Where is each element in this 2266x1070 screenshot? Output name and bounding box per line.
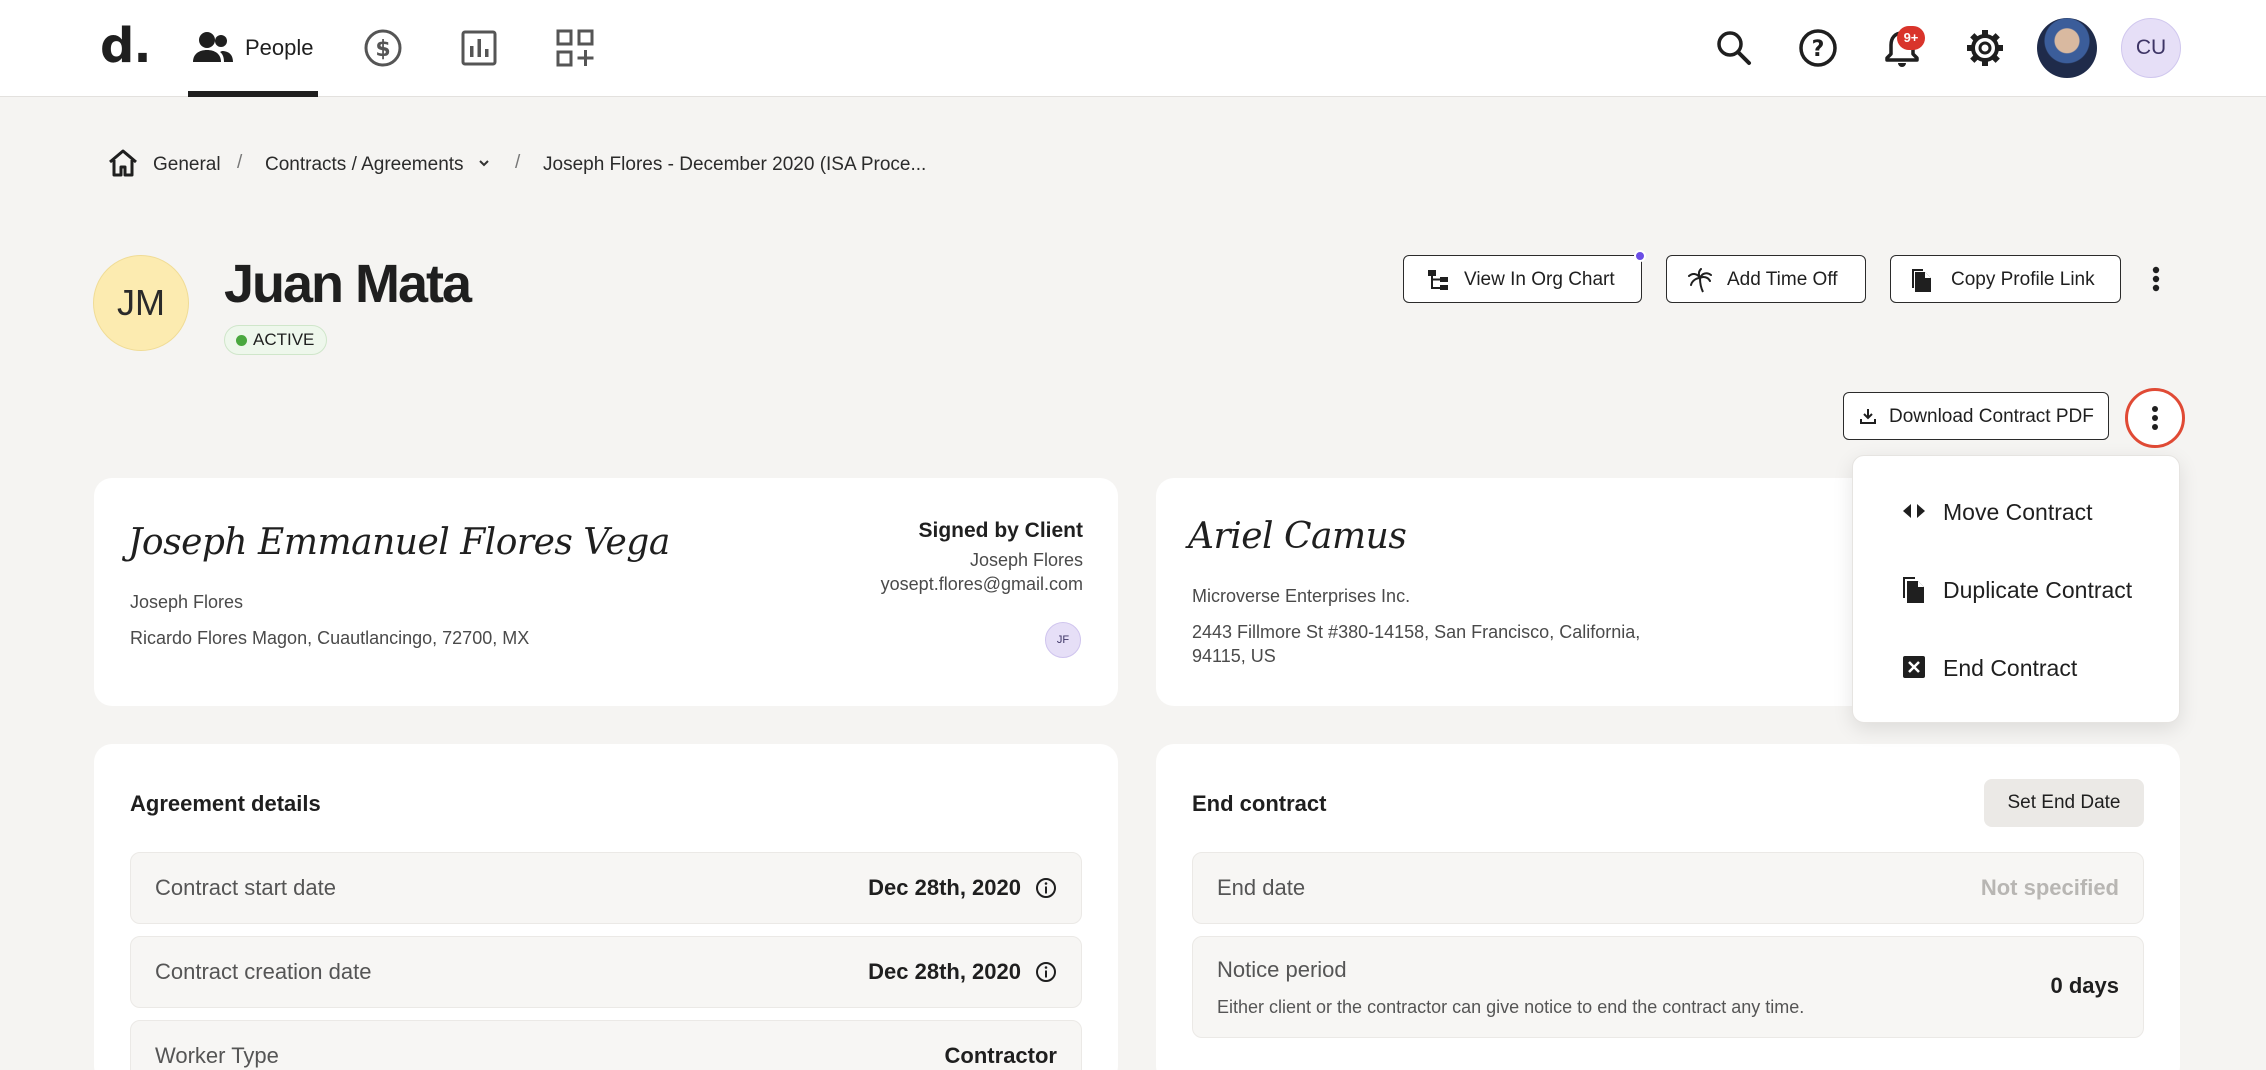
user-photo-avatar[interactable] <box>2037 18 2097 78</box>
client-company: Microverse Enterprises Inc. <box>1192 586 1411 606</box>
contractor-address: Ricardo Flores Magon, Cuautlancingo, 727… <box>130 628 530 648</box>
notice-period-value: 0 days <box>2050 973 2120 998</box>
notification-badge: 9+ <box>1897 26 1925 50</box>
menu-item-label: Move Contract <box>1943 499 2093 525</box>
signed-by-client-title: Signed by Client <box>918 519 1083 542</box>
end-date-label: End date <box>1217 875 1306 900</box>
menu-item-end-contract[interactable]: End Contract <box>1853 634 2181 700</box>
contractor-signature: Joseph Emmanuel Flores Vega <box>128 522 670 563</box>
search-icon[interactable] <box>1713 27 1755 69</box>
notice-period-label: Notice period <box>1217 957 1347 982</box>
copy-profile-link-button[interactable]: Copy Profile Link <box>1890 255 2121 303</box>
notice-period-row: Notice period Either client or the contr… <box>1192 936 2144 1038</box>
apps-add-icon[interactable] <box>555 28 595 68</box>
end-date-value: Not specified <box>1980 875 2119 900</box>
home-icon[interactable] <box>107 148 139 178</box>
detail-row-start-date: Contract start date Dec 28th, 2020 <box>130 852 1082 924</box>
signer-email: yosept.flores@gmail.com <box>880 574 1083 594</box>
status-badge: ACTIVE <box>224 325 328 355</box>
info-icon[interactable] <box>1035 961 1057 983</box>
nav-tab-people-label: People <box>245 35 314 60</box>
menu-item-label: Duplicate Contract <box>1943 577 2133 603</box>
contractor-name: Joseph Flores <box>130 592 244 612</box>
copy-icon <box>1912 269 1931 292</box>
active-tab-indicator <box>188 91 318 97</box>
dollar-icon[interactable]: $ <box>363 28 403 68</box>
view-org-chart-label: View In Org Chart <box>1464 269 1615 290</box>
agreement-details-card: Agreement details Contract start date De… <box>94 744 1118 1070</box>
menu-item-move-contract[interactable]: Move Contract <box>1853 478 2181 544</box>
org-chart-icon <box>1428 270 1448 290</box>
contractor-signature-card: Joseph Emmanuel Flores Vega Joseph Flore… <box>94 478 1118 706</box>
chevron-down-icon[interactable] <box>477 156 491 170</box>
detail-value: Dec 28th, 2020 <box>868 959 1021 984</box>
add-time-off-label: Add Time Off <box>1727 269 1838 290</box>
palm-tree-icon <box>1688 268 1712 293</box>
status-label: ACTIVE <box>253 330 315 349</box>
new-indicator-dot <box>1634 250 1646 262</box>
contract-options-button[interactable] <box>2125 388 2185 448</box>
detail-row-worker-type: Worker Type Contractor <box>130 1020 1082 1070</box>
detail-row-creation-date: Contract creation date Dec 28th, 2020 <box>130 936 1082 1008</box>
signer-name: Joseph Flores <box>969 550 1083 570</box>
help-icon[interactable]: ? <box>1797 27 1839 69</box>
more-options-icon[interactable] <box>2138 255 2174 303</box>
detail-label: Worker Type <box>155 1043 279 1068</box>
download-contract-pdf-button[interactable]: Download Contract PDF <box>1843 392 2109 440</box>
nav-tab-people[interactable]: People <box>188 0 318 97</box>
notice-period-description: Either client or the contractor can give… <box>1217 997 1805 1017</box>
close-box-icon <box>1903 656 1925 678</box>
menu-item-duplicate-contract[interactable]: Duplicate Contract <box>1853 556 2181 622</box>
svg-text:?: ? <box>1812 37 1825 62</box>
info-icon[interactable] <box>1035 877 1057 899</box>
breadcrumb-contracts[interactable]: Contracts / Agreements <box>265 154 464 176</box>
copy-profile-link-label: Copy Profile Link <box>1951 269 2095 290</box>
user-initials-avatar[interactable]: CU <box>2121 18 2181 78</box>
signer-avatar: JF <box>1045 622 1081 658</box>
client-signature: Ariel Camus <box>1188 516 1407 557</box>
profile-name: Juan Mata <box>224 254 472 314</box>
svg-text:$: $ <box>375 37 390 62</box>
end-date-row: End date Not specified <box>1192 852 2144 924</box>
download-icon <box>1860 409 1876 424</box>
breadcrumb-separator: / <box>515 152 521 173</box>
breadcrumb-general[interactable]: General <box>153 154 221 176</box>
detail-value: Contractor <box>944 1043 1057 1068</box>
reports-icon[interactable] <box>459 28 499 68</box>
more-options-icon <box>2152 406 2158 430</box>
gear-icon[interactable] <box>1964 27 2006 69</box>
top-navigation-bar: d. People $ ? 9+ CU <box>0 0 2266 97</box>
duplicate-icon <box>1903 577 1924 603</box>
menu-item-label: End Contract <box>1943 655 2078 681</box>
download-contract-pdf-label: Download Contract PDF <box>1889 406 2094 427</box>
detail-label: Contract start date <box>155 875 336 900</box>
breadcrumb-current: Joseph Flores - December 2020 (ISA Proce… <box>543 154 927 175</box>
people-icon <box>193 32 233 62</box>
set-end-date-button[interactable]: Set End Date <box>1984 779 2144 827</box>
breadcrumb-separator: / <box>237 152 243 173</box>
agreement-details-title: Agreement details <box>130 791 321 816</box>
contract-options-menu: Move Contract Duplicate Contract End Con… <box>1852 455 2180 723</box>
view-org-chart-button[interactable]: View In Org Chart <box>1403 255 1642 303</box>
client-address-line1: 2443 Fillmore St #380-14158, San Francis… <box>1192 622 1641 642</box>
status-dot <box>236 335 247 346</box>
end-contract-title: End contract <box>1192 791 1327 816</box>
profile-avatar: JM <box>93 255 189 351</box>
add-time-off-button[interactable]: Add Time Off <box>1666 255 1866 303</box>
detail-value: Dec 28th, 2020 <box>868 875 1021 900</box>
detail-label: Contract creation date <box>155 959 372 984</box>
move-icon <box>1903 503 1925 519</box>
app-logo[interactable]: d. <box>100 18 152 74</box>
client-address-line2: 94115, US <box>1192 646 1276 666</box>
